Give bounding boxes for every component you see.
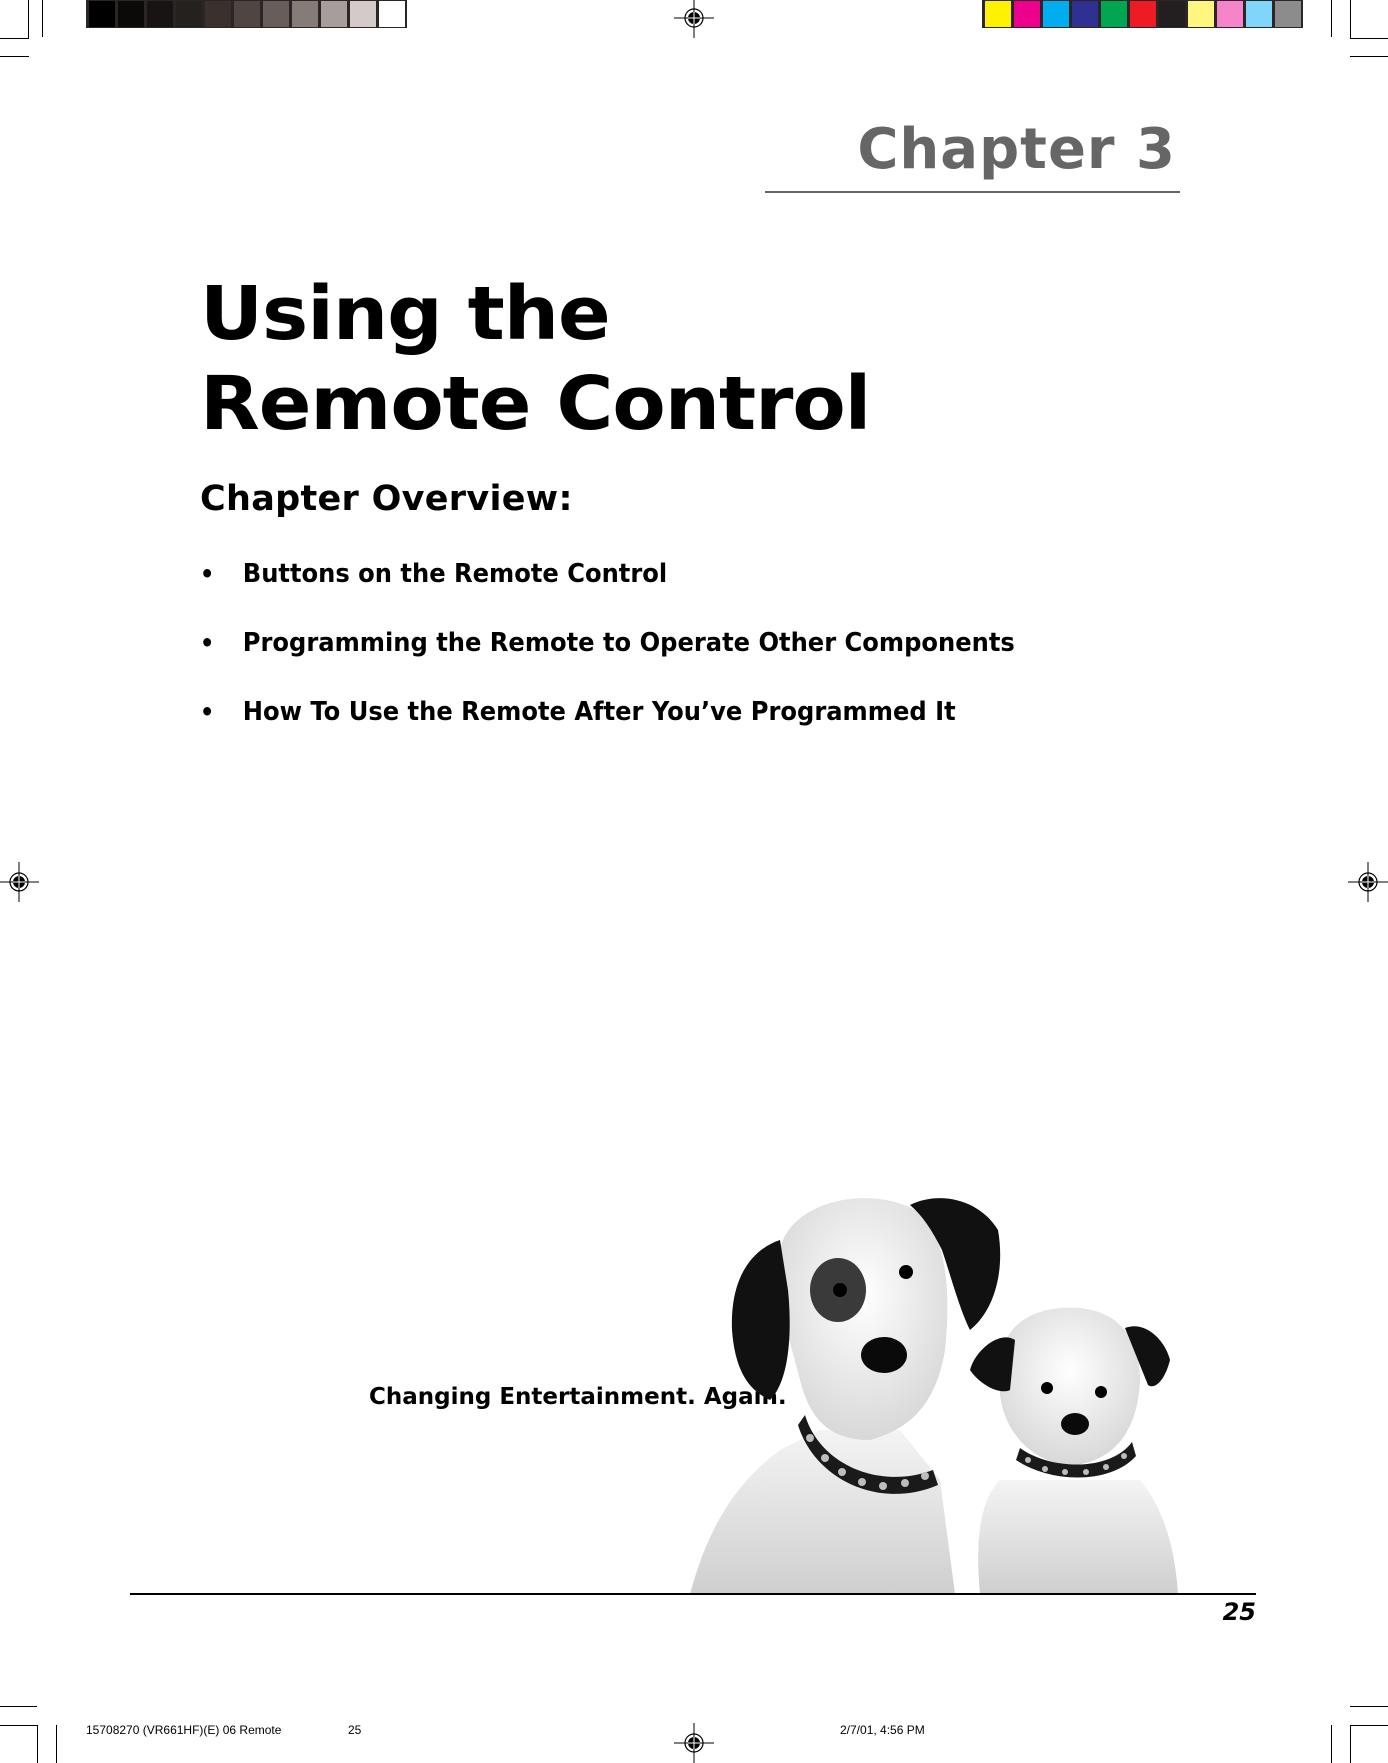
overview-item-text: Buttons on the Remote Control [242, 559, 668, 589]
color-swatch [1187, 1, 1214, 27]
color-swatch [1158, 1, 1185, 27]
crop-mark [1350, 38, 1388, 39]
crop-mark [0, 38, 29, 39]
gray-swatch [262, 1, 289, 27]
bullet-icon: • [200, 698, 215, 726]
overview-heading: Chapter Overview: [200, 479, 573, 519]
registration-mark-icon [0, 862, 39, 902]
page-title-line-1: Using the [200, 271, 611, 357]
crop-mark [1350, 1725, 1351, 1763]
color-swatch [1129, 1, 1156, 27]
large-dog-nose [861, 1337, 907, 1373]
crop-mark [1350, 1706, 1388, 1707]
registration-mark-icon [674, 1723, 714, 1763]
color-swatch [1013, 1, 1040, 27]
crop-mark [0, 56, 29, 57]
color-calibration-strip [982, 0, 1303, 28]
crop-mark [1331, 0, 1332, 37]
puppy-nose [1061, 1413, 1089, 1435]
color-swatch [1274, 1, 1301, 27]
registration-mark-icon [674, 0, 714, 38]
large-dog-head [779, 1198, 948, 1440]
color-swatch [1042, 1, 1069, 27]
gray-swatch [175, 1, 202, 27]
bullet-icon: • [200, 629, 215, 657]
gray-swatch [88, 1, 115, 27]
crop-mark [37, 1725, 38, 1763]
color-swatch [1245, 1, 1272, 27]
gray-swatch [378, 1, 405, 27]
puppy-left-eye [1041, 1382, 1053, 1394]
crop-mark [1350, 0, 1351, 38]
crop-mark [1331, 1725, 1332, 1763]
grayscale-calibration-strip [86, 0, 407, 28]
large-dog-left-eye [833, 1283, 847, 1297]
chapter-label: Chapter 3 [857, 117, 1176, 182]
crop-mark [1350, 1725, 1388, 1726]
gray-swatch [204, 1, 231, 27]
crop-mark [0, 1706, 37, 1707]
overview-item-text: Programming the Remote to Operate Other … [242, 628, 1015, 658]
crop-mark [1350, 56, 1388, 57]
crop-mark [0, 1725, 37, 1726]
color-swatch [1216, 1, 1243, 27]
overview-list-item: • Programming the Remote to Operate Othe… [200, 630, 1015, 656]
gray-swatch [146, 1, 173, 27]
overview-item-text: How To Use the Remote After You’ve Progr… [242, 697, 956, 727]
footer-rule [130, 1593, 1256, 1595]
print-slug-job: 15708270 (VR661HF)(E) 06 Remote [86, 1723, 282, 1737]
puppy-body [978, 1480, 1178, 1594]
print-slug-page: 25 [348, 1723, 362, 1737]
puppy-left-ear [970, 1337, 1015, 1392]
chapter-rule [765, 191, 1180, 193]
puppy-head [1000, 1307, 1140, 1465]
gray-swatch [349, 1, 376, 27]
gray-swatch [291, 1, 318, 27]
puppy-right-eye [1095, 1386, 1107, 1398]
print-slug-timestamp: 2/7/01, 4:56 PM [840, 1723, 925, 1737]
color-swatch [1100, 1, 1127, 27]
color-swatch [984, 1, 1011, 27]
crop-mark [42, 0, 43, 37]
overview-list-item: • Buttons on the Remote Control [200, 561, 667, 587]
gray-swatch [233, 1, 260, 27]
bullet-icon: • [200, 560, 215, 588]
page-title-line-2: Remote Control [200, 361, 871, 447]
gray-swatch [117, 1, 144, 27]
crop-mark [28, 0, 29, 38]
dogs-photo [690, 1198, 1178, 1594]
gray-swatch [320, 1, 347, 27]
large-dog-left-ear [731, 1240, 790, 1400]
large-dog-right-eye [899, 1265, 913, 1279]
color-swatch [1071, 1, 1098, 27]
page-number: 25 [1222, 1598, 1256, 1626]
overview-list-item: • How To Use the Remote After You’ve Pro… [200, 699, 956, 725]
crop-mark [56, 1725, 57, 1763]
registration-mark-icon [1348, 862, 1388, 902]
